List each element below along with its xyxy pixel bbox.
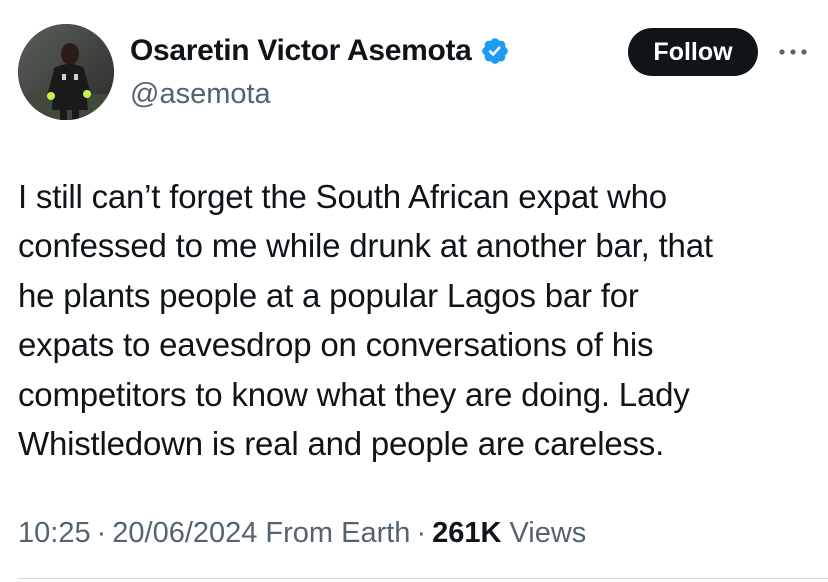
views-count[interactable]: 261K bbox=[432, 517, 501, 550]
divider bbox=[18, 578, 828, 579]
meta-separator: · bbox=[416, 517, 427, 549]
more-horizontal-icon bbox=[779, 49, 807, 55]
more-options-button[interactable] bbox=[776, 38, 810, 66]
meta-separator: · bbox=[96, 517, 107, 549]
author-display-name[interactable]: Osaretin Victor Asemota bbox=[130, 34, 472, 68]
views-label: Views bbox=[509, 517, 587, 549]
follow-button[interactable]: Follow bbox=[628, 28, 758, 76]
author-handle[interactable]: @asemota bbox=[130, 78, 271, 111]
tweet-text-line: competitors to know what they are doing.… bbox=[18, 375, 690, 413]
verified-badge-icon bbox=[480, 36, 510, 66]
tweet-text-line: confessed to me while drunk at another b… bbox=[18, 227, 713, 265]
avatar-image bbox=[18, 24, 114, 120]
tweet-text-line: I still can’t forget the South African e… bbox=[18, 178, 667, 215]
tweet-text: I still can’t forget the South African e… bbox=[18, 172, 818, 468]
tweet-source: From Earth bbox=[265, 517, 411, 549]
avatar[interactable] bbox=[18, 24, 114, 120]
tweet-text-line: he plants people at a popular Lagos bar … bbox=[18, 276, 639, 314]
tweet-text-line: Whistledown is real and people are carel… bbox=[18, 425, 665, 463]
tweet-meta: 10:25 · 20/06/2024 From Earth · 261K Vie… bbox=[18, 517, 586, 550]
tweet-date[interactable]: 20/06/2024 bbox=[112, 517, 257, 550]
tweet-text-line: expats to eavesdrop on conversations of … bbox=[18, 326, 654, 364]
tweet-card: Osaretin Victor Asemota @asemota Follow … bbox=[0, 0, 828, 582]
tweet-time[interactable]: 10:25 bbox=[18, 517, 91, 550]
author-name-row[interactable]: Osaretin Victor Asemota bbox=[130, 34, 510, 68]
